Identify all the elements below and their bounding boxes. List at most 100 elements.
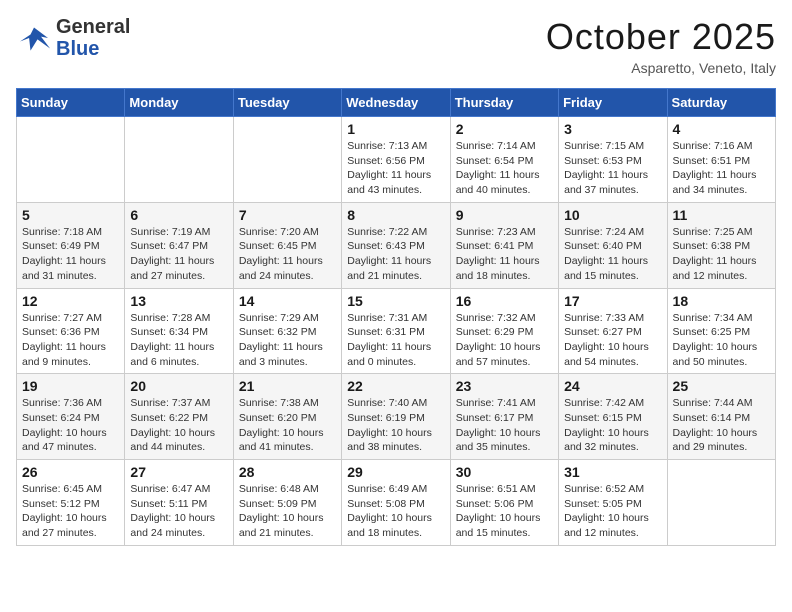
weekday-header: Saturday xyxy=(667,89,775,117)
day-number: 14 xyxy=(239,293,336,309)
day-info: Sunrise: 7:31 AM Sunset: 6:31 PM Dayligh… xyxy=(347,311,444,370)
calendar-cell: 10 Sunrise: 7:24 AM Sunset: 6:40 PM Dayli… xyxy=(559,202,667,288)
day-info: Sunrise: 7:20 AM Sunset: 6:45 PM Dayligh… xyxy=(239,225,336,284)
day-number: 22 xyxy=(347,378,444,394)
day-number: 25 xyxy=(673,378,770,394)
calendar-cell: 21 Sunrise: 7:38 AM Sunset: 6:20 PM Dayli… xyxy=(233,374,341,460)
calendar-cell: 26Sunrise: 6:45 AM Sunset: 5:12 PM Dayli… xyxy=(17,460,125,546)
calendar-cell: 5 Sunrise: 7:18 AM Sunset: 6:49 PM Daylig… xyxy=(17,202,125,288)
title-section: October 2025 Asparetto, Veneto, Italy xyxy=(546,16,776,76)
day-info: Sunrise: 7:19 AM Sunset: 6:47 PM Dayligh… xyxy=(130,225,227,284)
day-number: 29 xyxy=(347,464,444,480)
day-number: 19 xyxy=(22,378,119,394)
calendar-cell xyxy=(667,460,775,546)
day-info: Sunrise: 7:37 AM Sunset: 6:22 PM Dayligh… xyxy=(130,396,227,455)
calendar-cell: 2Sunrise: 7:14 AM Sunset: 6:54 PM Daylig… xyxy=(450,117,558,203)
calendar-cell: 19Sunrise: 7:36 AM Sunset: 6:24 PM Dayli… xyxy=(17,374,125,460)
day-info: Sunrise: 7:41 AM Sunset: 6:17 PM Dayligh… xyxy=(456,396,553,455)
calendar-cell: 24 Sunrise: 7:42 AM Sunset: 6:15 PM Dayli… xyxy=(559,374,667,460)
day-number: 16 xyxy=(456,293,553,309)
day-info: Sunrise: 6:48 AM Sunset: 5:09 PM Dayligh… xyxy=(239,482,336,541)
day-info: Sunrise: 6:52 AM Sunset: 5:05 PM Dayligh… xyxy=(564,482,661,541)
day-info: Sunrise: 7:15 AM Sunset: 6:53 PM Dayligh… xyxy=(564,139,661,198)
calendar-cell: 27 Sunrise: 6:47 AM Sunset: 5:11 PM Dayli… xyxy=(125,460,233,546)
calendar-week-row: 26Sunrise: 6:45 AM Sunset: 5:12 PM Dayli… xyxy=(17,460,776,546)
calendar-cell: 17 Sunrise: 7:33 AM Sunset: 6:27 PM Dayli… xyxy=(559,288,667,374)
day-info: Sunrise: 7:38 AM Sunset: 6:20 PM Dayligh… xyxy=(239,396,336,455)
day-number: 5 xyxy=(22,207,119,223)
calendar-cell: 23 Sunrise: 7:41 AM Sunset: 6:17 PM Dayli… xyxy=(450,374,558,460)
day-number: 31 xyxy=(564,464,661,480)
calendar-cell: 15 Sunrise: 7:31 AM Sunset: 6:31 PM Dayli… xyxy=(342,288,450,374)
header: General Blue October 2025 Asparetto, Ven… xyxy=(16,16,776,76)
day-number: 27 xyxy=(130,464,227,480)
calendar-cell: 25 Sunrise: 7:44 AM Sunset: 6:14 PM Dayli… xyxy=(667,374,775,460)
day-number: 28 xyxy=(239,464,336,480)
day-number: 3 xyxy=(564,121,661,137)
day-number: 4 xyxy=(673,121,770,137)
day-info: Sunrise: 7:25 AM Sunset: 6:38 PM Dayligh… xyxy=(673,225,770,284)
day-number: 1 xyxy=(347,121,444,137)
day-info: Sunrise: 7:32 AM Sunset: 6:29 PM Dayligh… xyxy=(456,311,553,370)
day-number: 15 xyxy=(347,293,444,309)
calendar-cell: 1 Sunrise: 7:13 AM Sunset: 6:56 PM Daylig… xyxy=(342,117,450,203)
day-info: Sunrise: 7:27 AM Sunset: 6:36 PM Dayligh… xyxy=(22,311,119,370)
calendar-cell: 6 Sunrise: 7:19 AM Sunset: 6:47 PM Daylig… xyxy=(125,202,233,288)
calendar-cell xyxy=(17,117,125,203)
calendar-cell: 31 Sunrise: 6:52 AM Sunset: 5:05 PM Dayli… xyxy=(559,460,667,546)
weekday-header: Thursday xyxy=(450,89,558,117)
calendar-table: SundayMondayTuesdayWednesdayThursdayFrid… xyxy=(16,88,776,546)
day-number: 17 xyxy=(564,293,661,309)
calendar-cell xyxy=(125,117,233,203)
day-info: Sunrise: 7:13 AM Sunset: 6:56 PM Dayligh… xyxy=(347,139,444,198)
day-number: 6 xyxy=(130,207,227,223)
day-number: 10 xyxy=(564,207,661,223)
day-number: 21 xyxy=(239,378,336,394)
calendar-cell: 22Sunrise: 7:40 AM Sunset: 6:19 PM Dayli… xyxy=(342,374,450,460)
location-subtitle: Asparetto, Veneto, Italy xyxy=(546,60,776,76)
calendar-week-row: 12 Sunrise: 7:27 AM Sunset: 6:36 PM Dayli… xyxy=(17,288,776,374)
calendar-cell xyxy=(233,117,341,203)
calendar-week-row: 19Sunrise: 7:36 AM Sunset: 6:24 PM Dayli… xyxy=(17,374,776,460)
calendar-cell: 12 Sunrise: 7:27 AM Sunset: 6:36 PM Dayli… xyxy=(17,288,125,374)
day-info: Sunrise: 7:42 AM Sunset: 6:15 PM Dayligh… xyxy=(564,396,661,455)
day-info: Sunrise: 7:33 AM Sunset: 6:27 PM Dayligh… xyxy=(564,311,661,370)
day-number: 24 xyxy=(564,378,661,394)
logo-icon xyxy=(16,24,52,52)
logo-blue: Blue xyxy=(56,38,130,60)
calendar-cell: 4Sunrise: 7:16 AM Sunset: 6:51 PM Daylig… xyxy=(667,117,775,203)
calendar-header-row: SundayMondayTuesdayWednesdayThursdayFrid… xyxy=(17,89,776,117)
logo: General Blue xyxy=(16,16,130,60)
month-title: October 2025 xyxy=(546,16,776,58)
day-info: Sunrise: 6:51 AM Sunset: 5:06 PM Dayligh… xyxy=(456,482,553,541)
day-info: Sunrise: 7:22 AM Sunset: 6:43 PM Dayligh… xyxy=(347,225,444,284)
calendar-cell: 9Sunrise: 7:23 AM Sunset: 6:41 PM Daylig… xyxy=(450,202,558,288)
weekday-header: Wednesday xyxy=(342,89,450,117)
day-number: 26 xyxy=(22,464,119,480)
calendar-cell: 18Sunrise: 7:34 AM Sunset: 6:25 PM Dayli… xyxy=(667,288,775,374)
day-info: Sunrise: 6:49 AM Sunset: 5:08 PM Dayligh… xyxy=(347,482,444,541)
weekday-header: Sunday xyxy=(17,89,125,117)
day-number: 30 xyxy=(456,464,553,480)
calendar-cell: 20 Sunrise: 7:37 AM Sunset: 6:22 PM Dayli… xyxy=(125,374,233,460)
calendar-cell: 7 Sunrise: 7:20 AM Sunset: 6:45 PM Daylig… xyxy=(233,202,341,288)
day-number: 12 xyxy=(22,293,119,309)
day-info: Sunrise: 6:47 AM Sunset: 5:11 PM Dayligh… xyxy=(130,482,227,541)
calendar-cell: 13Sunrise: 7:28 AM Sunset: 6:34 PM Dayli… xyxy=(125,288,233,374)
day-number: 20 xyxy=(130,378,227,394)
day-info: Sunrise: 7:14 AM Sunset: 6:54 PM Dayligh… xyxy=(456,139,553,198)
day-info: Sunrise: 7:29 AM Sunset: 6:32 PM Dayligh… xyxy=(239,311,336,370)
day-info: Sunrise: 7:44 AM Sunset: 6:14 PM Dayligh… xyxy=(673,396,770,455)
logo-general: General xyxy=(56,16,130,38)
weekday-header: Tuesday xyxy=(233,89,341,117)
day-info: Sunrise: 7:28 AM Sunset: 6:34 PM Dayligh… xyxy=(130,311,227,370)
weekday-header: Monday xyxy=(125,89,233,117)
day-info: Sunrise: 7:24 AM Sunset: 6:40 PM Dayligh… xyxy=(564,225,661,284)
calendar-week-row: 1 Sunrise: 7:13 AM Sunset: 6:56 PM Daylig… xyxy=(17,117,776,203)
day-info: Sunrise: 7:18 AM Sunset: 6:49 PM Dayligh… xyxy=(22,225,119,284)
day-number: 7 xyxy=(239,207,336,223)
day-number: 23 xyxy=(456,378,553,394)
weekday-header: Friday xyxy=(559,89,667,117)
calendar-cell: 14 Sunrise: 7:29 AM Sunset: 6:32 PM Dayli… xyxy=(233,288,341,374)
day-info: Sunrise: 7:34 AM Sunset: 6:25 PM Dayligh… xyxy=(673,311,770,370)
